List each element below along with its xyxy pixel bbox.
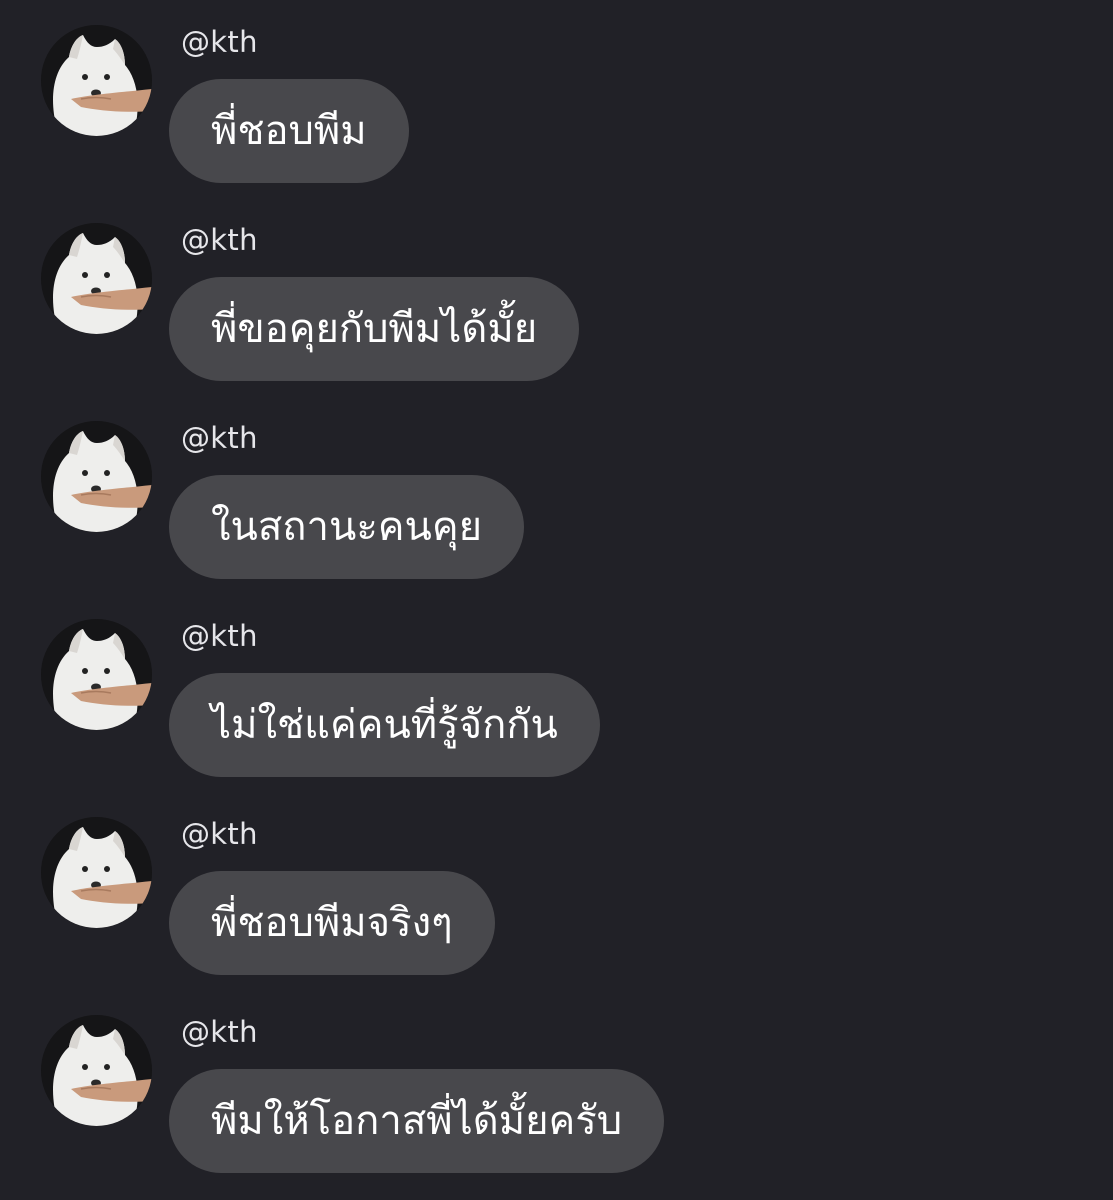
message-bubble[interactable]: ในสถานะคนคุย (169, 475, 525, 579)
message-text: พี่ชอบพีมจริงๆ (211, 900, 453, 946)
chat-message: @kth พีมให้โอกาสพี่ได้มั้ยครับ (0, 990, 1113, 1188)
chat-thread: @kth พี่ชอบพีม @kth พี่ขอคุยกับพีมได้มั้… (0, 0, 1113, 1200)
username[interactable]: @kth (181, 222, 258, 258)
avatar[interactable] (41, 1015, 152, 1126)
chat-message: @kth พี่ชอบพีม (0, 0, 1113, 198)
message-text: พี่ชอบพีม (211, 108, 367, 154)
username[interactable]: @kth (181, 24, 258, 60)
message-bubble[interactable]: พี่ชอบพีม (169, 79, 409, 183)
samoyed-dog-icon (41, 223, 152, 334)
message-bubble[interactable]: พี่ขอคุยกับพีมได้มั้ย (169, 277, 580, 381)
message-bubble[interactable]: ไม่ใช่แค่คนที่รู้จักกัน (169, 673, 600, 777)
avatar[interactable] (41, 25, 152, 136)
username[interactable]: @kth (181, 420, 258, 456)
samoyed-dog-icon (41, 619, 152, 730)
message-text: พีมให้โอกาสพี่ได้มั้ยครับ (211, 1098, 623, 1144)
message-text: พี่ขอคุยกับพีมได้มั้ย (211, 306, 538, 352)
samoyed-dog-icon (41, 421, 152, 532)
message-text: ไม่ใช่แค่คนที่รู้จักกัน (211, 702, 558, 748)
username[interactable]: @kth (181, 1014, 258, 1050)
chat-message: @kth พี่ขอคุยกับพีมได้มั้ย (0, 198, 1113, 396)
avatar[interactable] (41, 223, 152, 334)
samoyed-dog-icon (41, 25, 152, 136)
avatar[interactable] (41, 619, 152, 730)
avatar[interactable] (41, 421, 152, 532)
username[interactable]: @kth (181, 618, 258, 654)
samoyed-dog-icon (41, 817, 152, 928)
message-text: ในสถานะคนคุย (211, 504, 483, 550)
avatar[interactable] (41, 817, 152, 928)
username[interactable]: @kth (181, 816, 258, 852)
samoyed-dog-icon (41, 1015, 152, 1126)
message-bubble[interactable]: พีมให้โอกาสพี่ได้มั้ยครับ (169, 1069, 665, 1173)
chat-message: @kth ในสถานะคนคุย (0, 396, 1113, 594)
chat-message: @kth ไม่ใช่แค่คนที่รู้จักกัน (0, 594, 1113, 792)
message-bubble[interactable]: พี่ชอบพีมจริงๆ (169, 871, 495, 975)
chat-message: @kth พี่ชอบพีมจริงๆ (0, 792, 1113, 990)
